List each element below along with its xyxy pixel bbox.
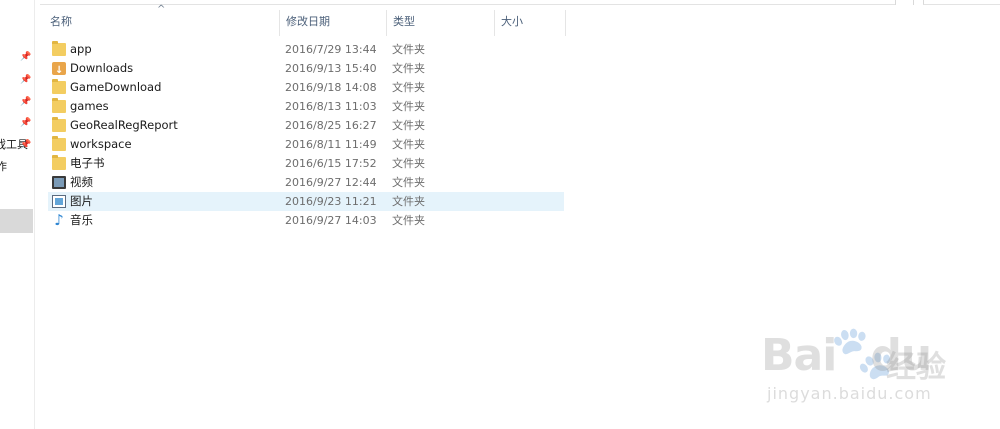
- pictures-folder-icon: [52, 195, 66, 208]
- address-bar-edge: [40, 0, 896, 5]
- navigation-pane[interactable]: 📌 📌 📌 📌 戏工具 📌 作: [0, 0, 35, 429]
- file-date: 2016/7/29 13:44: [285, 43, 377, 56]
- nav-item-selected[interactable]: [0, 209, 33, 233]
- file-name: 音乐: [70, 213, 93, 227]
- file-row-pictures[interactable]: 图片 2016/9/23 11:21 文件夹: [48, 192, 564, 211]
- file-date: 2016/8/25 16:27: [285, 119, 377, 132]
- column-header-type[interactable]: 类型: [387, 10, 495, 36]
- nav-item-label[interactable]: 作: [0, 158, 7, 174]
- file-type: 文件夹: [392, 81, 425, 94]
- file-row-georealregreport[interactable]: GeoRealRegReport 2016/8/25 16:27 文件夹: [48, 116, 564, 135]
- videos-folder-icon: [52, 176, 66, 189]
- file-list: app 2016/7/29 13:44 文件夹 Downloads 2016/9…: [48, 40, 564, 230]
- search-box-edge: [923, 0, 1000, 5]
- pin-icon: 📌: [20, 97, 32, 107]
- folder-icon: [52, 41, 66, 56]
- file-row-app[interactable]: app 2016/7/29 13:44 文件夹: [48, 40, 564, 59]
- file-date: 2016/9/13 15:40: [285, 62, 377, 75]
- baidu-jingyan-watermark: 🐾 Bai du 经验 jingyan.baidu.com: [758, 323, 958, 414]
- file-name: GeoRealRegReport: [70, 118, 178, 132]
- file-name: Downloads: [70, 61, 134, 75]
- divider: [913, 0, 914, 5]
- file-type: 文件夹: [392, 62, 425, 75]
- file-date: 2016/8/11 11:49: [285, 138, 377, 151]
- pin-icon: 📌: [20, 52, 32, 62]
- folder-icon: [52, 117, 66, 132]
- file-row-music[interactable]: ♪ 音乐 2016/9/27 14:03 文件夹: [48, 211, 564, 230]
- file-type: 文件夹: [392, 176, 425, 189]
- file-type: 文件夹: [392, 119, 425, 132]
- watermark-brand: 经验: [886, 350, 946, 385]
- file-type: 文件夹: [392, 100, 425, 113]
- column-header-name[interactable]: 名称: [44, 10, 280, 36]
- folder-icon: [52, 79, 66, 94]
- watermark-url: jingyan.baidu.com: [767, 384, 932, 403]
- column-header-size[interactable]: 大小: [495, 10, 566, 36]
- file-date: 2016/9/18 14:08: [285, 81, 377, 94]
- file-row-games[interactable]: games 2016/8/13 11:03 文件夹: [48, 97, 564, 116]
- file-date: 2016/9/27 14:03: [285, 214, 377, 227]
- file-type: 文件夹: [392, 214, 425, 227]
- paw-icon: 🐾: [830, 323, 895, 383]
- file-date: 2016/6/15 17:52: [285, 157, 377, 170]
- file-row-videos[interactable]: 视频 2016/9/27 12:44 文件夹: [48, 173, 564, 192]
- file-name: workspace: [70, 137, 132, 151]
- file-name: app: [70, 42, 92, 56]
- column-header: ^ 名称 修改日期 类型 大小: [40, 4, 600, 36]
- file-name: 电子书: [70, 156, 105, 170]
- folder-icon: [52, 136, 66, 151]
- file-type: 文件夹: [392, 138, 425, 151]
- file-name: 图片: [70, 194, 93, 208]
- pin-icon: 📌: [20, 75, 32, 85]
- top-border: [0, 0, 1000, 5]
- folder-icon: [52, 155, 66, 170]
- file-date: 2016/8/13 11:03: [285, 100, 377, 113]
- downloads-folder-icon: [52, 61, 66, 80]
- music-folder-icon: ♪: [54, 211, 64, 229]
- file-name: 视频: [70, 175, 93, 189]
- file-row-workspace[interactable]: workspace 2016/8/11 11:49 文件夹: [48, 135, 564, 154]
- file-row-gamedownload[interactable]: GameDownload 2016/9/18 14:08 文件夹: [48, 78, 564, 97]
- file-row-downloads[interactable]: Downloads 2016/9/13 15:40 文件夹: [48, 59, 564, 80]
- file-type: 文件夹: [392, 43, 425, 56]
- watermark-logo: Bai du: [761, 330, 932, 381]
- divider: [895, 0, 896, 5]
- folder-icon: [52, 98, 66, 113]
- file-name: games: [70, 99, 109, 113]
- file-type: 文件夹: [392, 195, 425, 208]
- file-date: 2016/9/23 11:21: [285, 195, 377, 208]
- file-row-ebooks[interactable]: 电子书 2016/6/15 17:52 文件夹: [48, 154, 564, 173]
- file-type: 文件夹: [392, 157, 425, 170]
- pin-icon: 📌: [20, 118, 32, 128]
- column-header-date[interactable]: 修改日期: [280, 10, 387, 36]
- file-date: 2016/9/27 12:44: [285, 176, 377, 189]
- pin-icon: 📌: [20, 140, 32, 150]
- file-name: GameDownload: [70, 80, 162, 94]
